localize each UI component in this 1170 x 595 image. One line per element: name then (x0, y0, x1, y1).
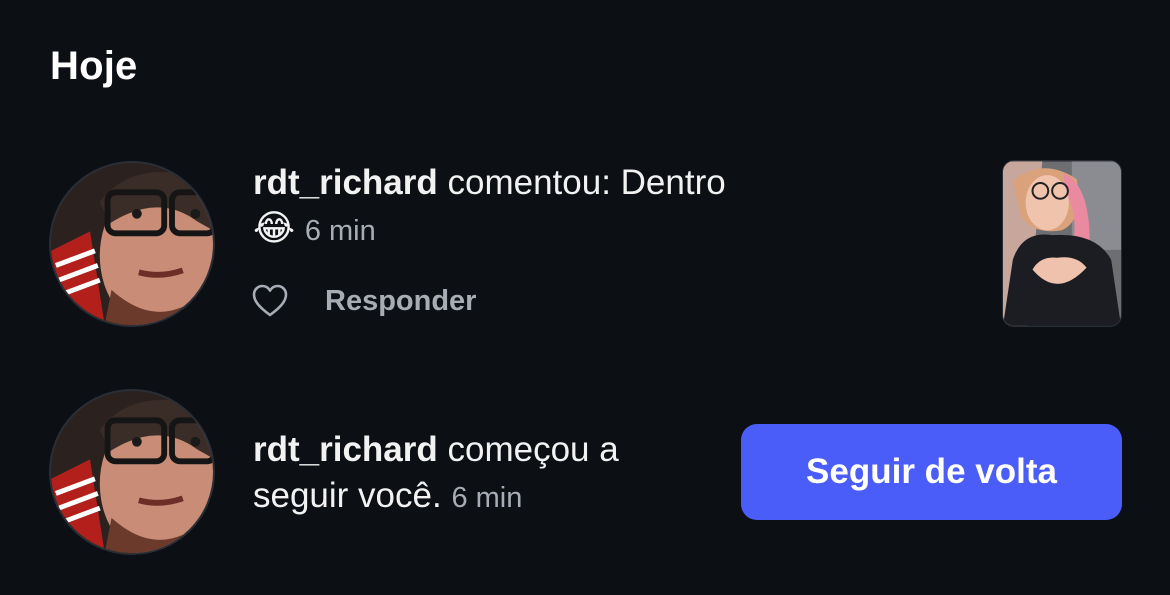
timestamp: 6 min (304, 215, 376, 247)
post-image (1003, 161, 1121, 326)
avatar-image (51, 391, 213, 553)
post-thumbnail[interactable] (1002, 160, 1122, 327)
reply-button[interactable]: Responder (325, 285, 476, 318)
timestamp: 6 min (451, 482, 523, 514)
avatar[interactable] (49, 161, 215, 327)
notification-text: rdt_richard comentou: Dentro 😂 6 min (253, 160, 893, 254)
section-title: Hoje (50, 44, 138, 88)
comment-text: comentou: Dentro (437, 163, 726, 202)
avatar-image (51, 163, 213, 325)
heart-icon[interactable] (251, 283, 289, 319)
username[interactable]: rdt_richard (253, 163, 438, 202)
laughing-emoji-icon: 😂 (253, 208, 296, 249)
avatar[interactable] (49, 389, 215, 555)
username[interactable]: rdt_richard (253, 430, 438, 469)
comment-actions: Responder (251, 283, 476, 319)
notification-text: rdt_richard começou a seguir você. 6 min (253, 427, 723, 521)
follow-back-button[interactable]: Seguir de volta (741, 424, 1122, 520)
